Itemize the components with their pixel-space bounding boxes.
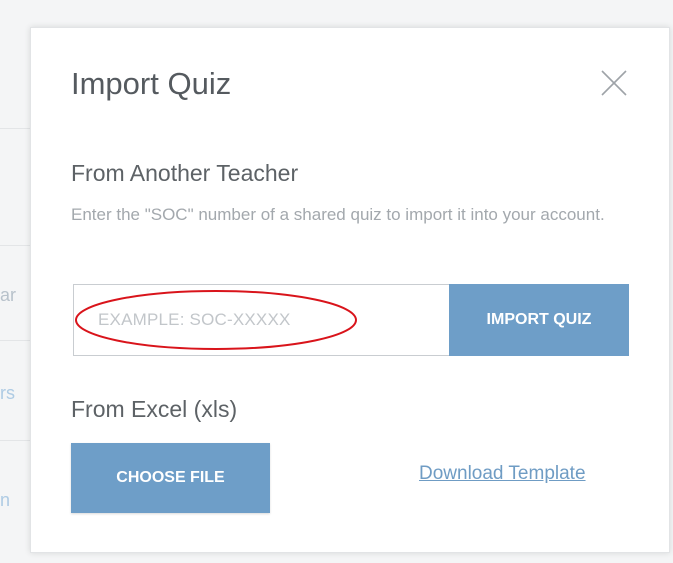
section-description: Enter the "SOC" number of a shared quiz …	[71, 205, 605, 224]
section-heading-from-excel: From Excel (xls)	[71, 396, 238, 422]
background-text-fragment: ar	[0, 285, 17, 305]
modal-title: Import Quiz	[71, 66, 232, 101]
background-link-fragment: n	[0, 490, 11, 510]
import-quiz-button[interactable]: IMPORT QUIZ	[449, 284, 629, 356]
import-quiz-modal: Import Quiz From Another Teacher Enter t…	[30, 27, 670, 553]
download-template-link[interactable]: Download Template	[419, 463, 586, 485]
choose-file-button[interactable]: CHOOSE FILE	[71, 443, 270, 513]
background-link-fragment: rs	[0, 383, 15, 403]
section-heading-from-teacher: From Another Teacher	[71, 160, 299, 186]
close-button[interactable]	[597, 66, 631, 100]
soc-import-group: IMPORT QUIZ	[73, 284, 629, 356]
soc-number-input[interactable]	[73, 284, 450, 356]
close-icon	[601, 70, 627, 96]
